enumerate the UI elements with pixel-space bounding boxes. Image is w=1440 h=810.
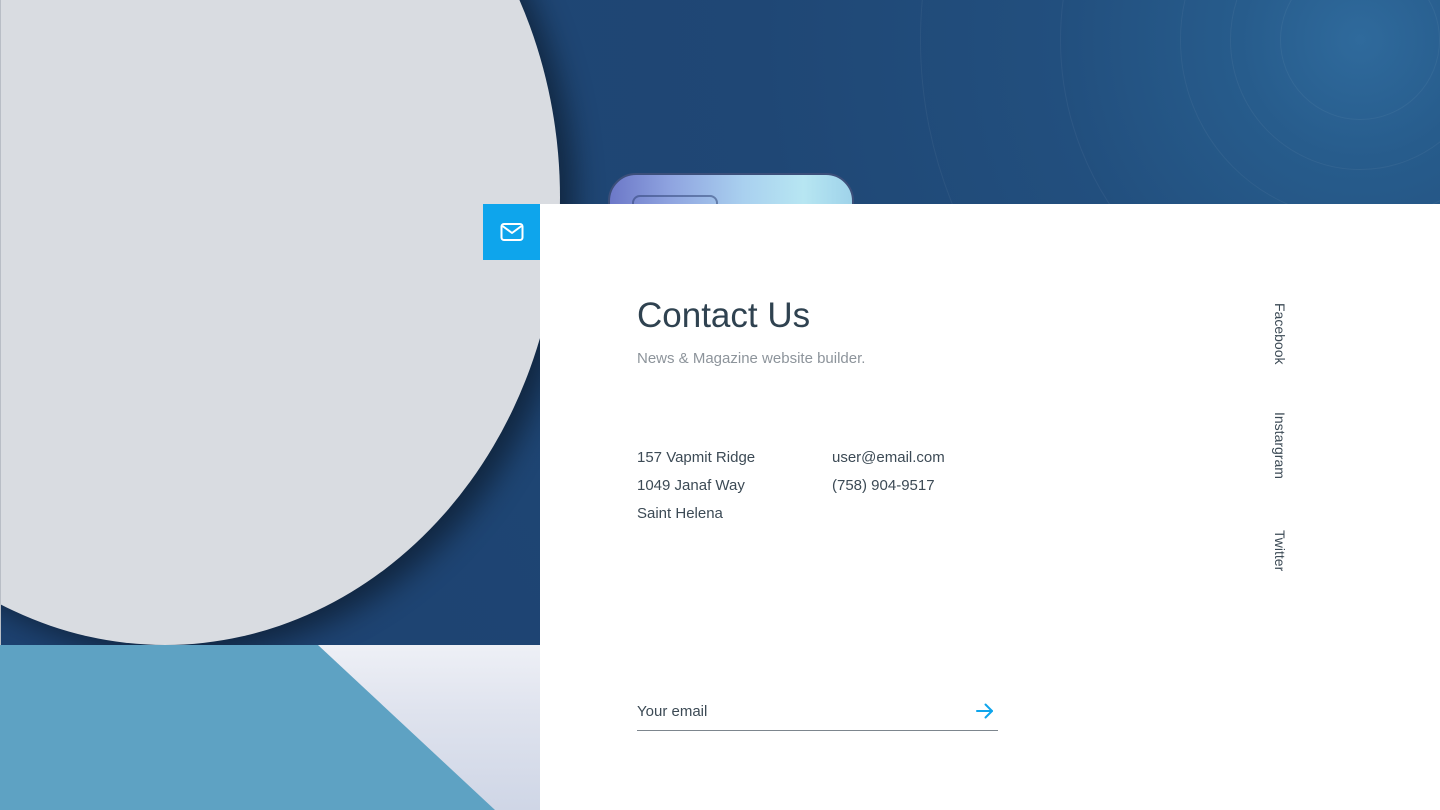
- social-link-facebook[interactable]: Facebook: [1270, 303, 1290, 364]
- email-input[interactable]: [637, 694, 957, 728]
- arrow-right-icon: [976, 703, 993, 719]
- address-block: 157 Vapmit Ridge 1049 Janaf Way Saint He…: [637, 444, 755, 528]
- contact-details: user@email.com (758) 904-9517: [832, 444, 945, 500]
- page-title: Contact Us: [637, 296, 811, 335]
- subscribe-submit-button[interactable]: [974, 700, 996, 722]
- social-link-twitter[interactable]: Twitter: [1270, 530, 1290, 571]
- disc-edge-line: [0, 0, 1, 645]
- decorative-disc: [0, 0, 560, 645]
- subscribe-form: [637, 694, 998, 731]
- mail-icon: [500, 223, 523, 241]
- teal-triangle: [0, 645, 495, 810]
- email-link[interactable]: user@email.com: [832, 449, 945, 466]
- social-link-instagram[interactable]: Instargram: [1270, 412, 1290, 479]
- bottom-photo-section: [0, 645, 540, 810]
- address-line-1: 157 Vapmit Ridge: [637, 449, 756, 466]
- mail-button[interactable]: [483, 204, 540, 260]
- address-line-3: Saint Helena: [637, 505, 723, 522]
- page-subtitle: News & Magazine website builder.: [637, 350, 866, 367]
- phone-link[interactable]: (758) 904-9517: [832, 477, 935, 494]
- address-line-2: 1049 Janaf Way: [637, 477, 745, 494]
